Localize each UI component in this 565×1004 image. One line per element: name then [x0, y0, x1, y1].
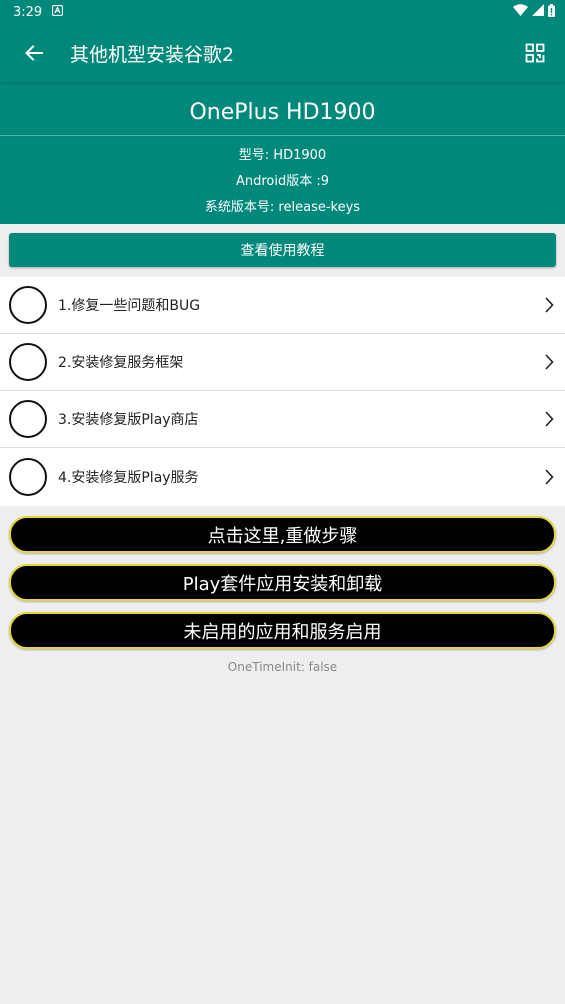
- step-label: 4.安装修复版Play服务: [58, 470, 199, 486]
- step-status-circle-icon: [9, 286, 47, 324]
- chevron-right-icon: [535, 411, 563, 427]
- chevron-right-icon: [535, 469, 563, 485]
- arrow-left-icon: [25, 45, 43, 61]
- step-item-install-play-services[interactable]: 4.安装修复版Play服务: [0, 448, 565, 506]
- step-label: 1.修复一些问题和BUG: [58, 298, 201, 314]
- battery-icon: [548, 3, 555, 21]
- qr-code-button[interactable]: [507, 24, 563, 82]
- step-label: 2.安装修复服务框架: [58, 355, 184, 371]
- redo-steps-button[interactable]: 点击这里,重做步骤: [9, 516, 556, 553]
- step-status-circle-icon: [9, 343, 47, 381]
- device-name: OnePlus HD1900: [0, 82, 565, 136]
- step-status-circle-icon: [9, 458, 47, 496]
- step-status-circle-icon: [9, 400, 47, 438]
- android-version: Android版本 :9: [235, 174, 330, 189]
- status-bar: 3:29: [0, 0, 565, 24]
- steps-list: 1.修复一些问题和BUG 2.安装修复服务框架 3.安装修复版Play商店 4.…: [0, 277, 565, 506]
- chevron-right-icon: [535, 354, 563, 370]
- play-suite-manage-button[interactable]: Play套件应用安装和卸载: [9, 564, 556, 601]
- step-item-fix-bugs[interactable]: 1.修复一些问题和BUG: [0, 277, 565, 334]
- qr-code-icon: [525, 43, 545, 63]
- device-model: 型号: HD1900: [238, 148, 327, 163]
- chevron-right-icon: [535, 297, 563, 313]
- one-time-init-status: OneTimeInit: false: [227, 660, 338, 674]
- status-time: 3:29: [13, 4, 43, 20]
- view-tutorial-button[interactable]: 查看使用教程: [9, 233, 556, 267]
- actions-section: 点击这里,重做步骤 Play套件应用安装和卸载 未启用的应用和服务启用: [0, 506, 565, 649]
- page-title: 其他机型安装谷歌2: [70, 43, 235, 66]
- device-info-header: OnePlus HD1900 型号: HD1900 Android版本 :9 系…: [0, 82, 565, 224]
- step-item-install-play-store[interactable]: 3.安装修复版Play商店: [0, 391, 565, 448]
- notification-app-icon: [52, 4, 64, 20]
- step-item-install-framework[interactable]: 2.安装修复服务框架: [0, 334, 565, 391]
- step-label: 3.安装修复版Play商店: [58, 412, 199, 428]
- tutorial-section: 查看使用教程: [0, 224, 565, 277]
- signal-icon: [532, 4, 544, 20]
- build-version: 系统版本号: release-keys: [204, 200, 361, 215]
- wifi-icon: [513, 4, 528, 20]
- app-bar: 其他机型安装谷歌2: [0, 24, 565, 82]
- enable-disabled-apps-button[interactable]: 未启用的应用和服务启用: [9, 612, 556, 649]
- back-button[interactable]: [6, 24, 62, 82]
